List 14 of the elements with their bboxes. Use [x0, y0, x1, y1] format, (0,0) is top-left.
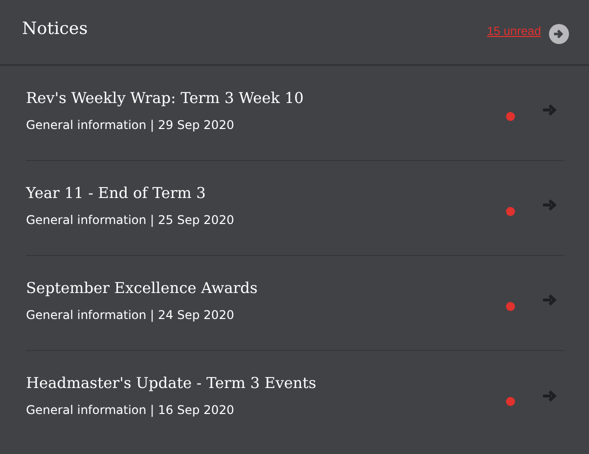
notice-title[interactable]: Headmaster's Update - Term 3 Events: [26, 374, 506, 392]
arrow-icon[interactable]: [543, 294, 557, 306]
arrow-icon[interactable]: [543, 104, 557, 116]
arrow-icon[interactable]: [543, 390, 557, 402]
notice-meta: General information | 29 Sep 2020: [26, 118, 236, 132]
notice-meta: General information | 25 Sep 2020: [26, 212, 236, 226]
notice-title[interactable]: Year 11 - End of Term 3: [26, 184, 506, 202]
notice-meta: General information | 24 Sep 2020: [26, 308, 236, 322]
panel-title: Notices: [22, 18, 89, 38]
notice-title[interactable]: September Excellence Awards: [26, 278, 506, 296]
notice-title[interactable]: Rev's Weekly Wrap: Term 3 Week 10: [26, 88, 506, 106]
arrow-circle-icon[interactable]: [549, 24, 569, 44]
notice-meta: General information | 16 Sep 2020: [26, 403, 236, 417]
arrow-icon[interactable]: [543, 199, 557, 211]
